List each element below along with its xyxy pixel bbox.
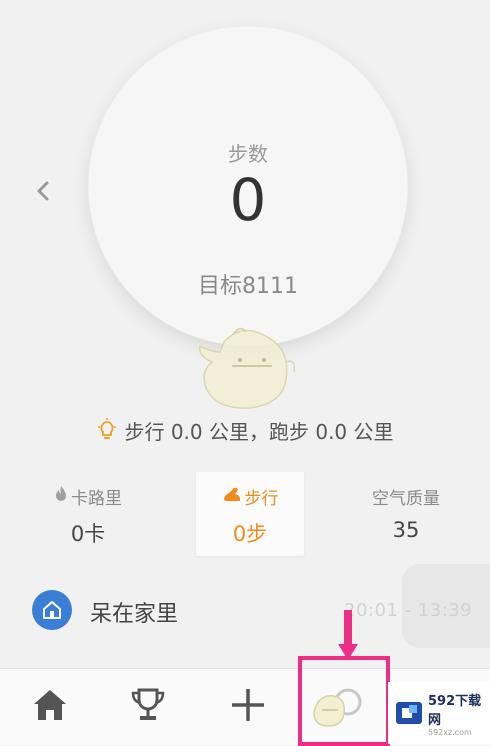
distance-text: 步行 0.0 公里，跑步 0.0 公里	[124, 419, 394, 444]
distance-summary: 步行 0.0 公里，跑步 0.0 公里	[0, 414, 490, 446]
step-count: 0	[229, 166, 267, 234]
lightbulb-icon	[96, 418, 118, 442]
watermark-sub: 592xz.com	[428, 727, 472, 737]
home-icon	[32, 590, 72, 630]
stat-walk[interactable]: 步行 0步	[196, 472, 304, 556]
highlight-arrow	[338, 610, 358, 660]
shoe-icon	[222, 485, 242, 508]
plus-icon	[228, 685, 268, 729]
trophy-icon	[129, 686, 167, 728]
step-label: 步数	[228, 142, 268, 166]
flame-icon	[54, 485, 68, 508]
house-icon	[30, 686, 70, 728]
mascot-image	[194, 322, 298, 414]
stat-calories[interactable]: 卡路里 0卡	[34, 472, 142, 556]
step-goal: 目标8111	[198, 274, 298, 299]
status-text: 呆在家里	[90, 602, 179, 627]
stat-calories-label: 卡路里	[71, 488, 122, 509]
stat-walk-label: 步行	[244, 488, 279, 509]
site-logo-icon	[394, 698, 424, 728]
stats-panel: 卡路里 0卡 步行 0步 空气质量 35	[0, 472, 490, 556]
tab-trophy[interactable]	[118, 679, 178, 735]
stat-air-label: 空气质量	[372, 488, 440, 509]
highlight-box	[298, 656, 390, 746]
back-chevron-icon[interactable]	[32, 176, 54, 206]
tab-add[interactable]	[218, 679, 278, 735]
step-ring[interactable]: 步数 0 目标8111	[88, 26, 408, 346]
tab-home[interactable]	[20, 679, 80, 735]
site-watermark: 592下载网 592xz.com	[388, 682, 490, 744]
watermark-title: 592下载网	[428, 693, 482, 728]
stat-air-quality[interactable]: 空气质量 35	[352, 472, 460, 556]
activity-status-row[interactable]: 呆在家里 20:01 - 13:39	[0, 564, 490, 648]
status-time: 20:01 - 13:39	[344, 600, 473, 621]
stat-walk-value: 0步	[232, 522, 268, 546]
stat-air-value: 35	[392, 518, 420, 542]
stat-calories-value: 0卡	[70, 522, 106, 546]
